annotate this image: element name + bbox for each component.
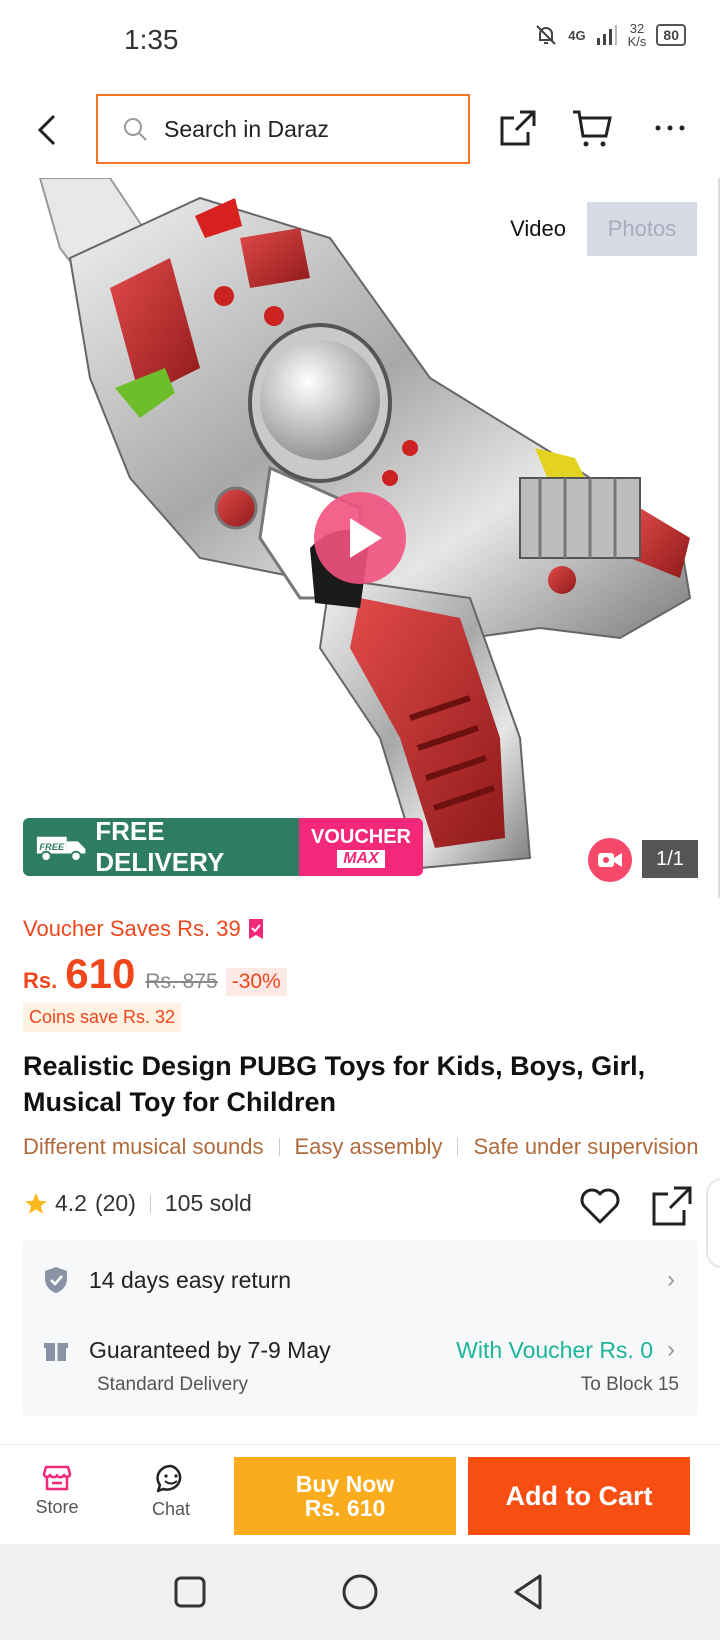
free-delivery-badge: FREE FREE DELIVERY	[23, 818, 299, 876]
heart-icon[interactable]	[578, 1184, 622, 1228]
rating-value: 4.2	[55, 1190, 87, 1216]
store-button[interactable]: Store	[24, 1463, 90, 1518]
product-title: Realistic Design PUBG Toys for Kids, Boy…	[23, 1051, 646, 1117]
delivery-guarantee-text: Guaranteed by 7-9 May	[89, 1336, 331, 1363]
rating-separator	[149, 1194, 151, 1213]
search-input[interactable]: Search in Daraz	[96, 94, 470, 164]
tab-photos[interactable]: Photos	[587, 202, 697, 256]
store-icon	[42, 1465, 72, 1491]
add-to-cart-button[interactable]: Add to Cart	[468, 1457, 690, 1535]
signal-icon	[596, 25, 617, 45]
square-nav-icon[interactable]	[170, 1572, 210, 1612]
free-delivery-label: FREE DELIVERY	[95, 818, 225, 876]
feature-item: Different musical sounds	[23, 1134, 264, 1159]
top-bar: Search in Daraz	[0, 82, 720, 178]
circle-nav-icon[interactable]	[340, 1572, 380, 1612]
truck-icon: FREE	[36, 836, 86, 862]
free-tag-label: FREE	[39, 842, 65, 852]
search-placeholder: Search in Daraz	[164, 115, 329, 142]
battery-indicator: 80	[656, 24, 686, 46]
feature-separator	[278, 1138, 280, 1156]
triangle-back-icon[interactable]	[510, 1572, 550, 1612]
return-policy-text: 14 days easy return	[89, 1266, 292, 1293]
more-icon[interactable]	[648, 106, 692, 150]
data-speed: 32 K/s	[628, 22, 647, 48]
buy-now-button[interactable]: Buy Now Rs. 610	[234, 1457, 456, 1535]
feature-separator	[457, 1138, 459, 1156]
status-time: 1:35	[124, 24, 179, 55]
shield-check-icon	[45, 1267, 67, 1293]
sold-count: 105 sold	[164, 1190, 252, 1216]
max-label: MAX	[337, 849, 385, 868]
price-value: 610	[65, 950, 136, 997]
search-icon	[124, 118, 147, 141]
voucher-max-badge: VOUCHER MAX	[299, 818, 423, 876]
delivery-location: To Block 15	[580, 1374, 679, 1395]
image-counter: 1/1	[642, 840, 698, 878]
star-icon	[25, 1192, 47, 1214]
network-type: 4G	[568, 27, 586, 43]
feature-item: Easy assembly	[294, 1134, 443, 1159]
delivery-row[interactable]: Guaranteed by 7-9 May With Voucher Rs. 0…	[43, 1330, 683, 1370]
side-drawer-handle[interactable]	[706, 1178, 720, 1268]
system-nav-bar	[0, 1544, 720, 1640]
discount-badge: -30%	[225, 968, 287, 996]
service-card: 14 days easy return › Guaranteed by 7-9 …	[23, 1240, 697, 1416]
chevron-right-icon: ›	[667, 1336, 675, 1363]
price-currency: Rs.	[23, 968, 58, 993]
rating-row[interactable]: 4.2 (20) 105 sold	[23, 1190, 252, 1217]
gift-box-icon	[44, 1343, 68, 1361]
buy-now-label: Buy Now	[295, 1470, 395, 1497]
original-price: Rs. 875	[145, 970, 218, 993]
cart-icon[interactable]	[570, 106, 614, 150]
tab-video[interactable]: Video	[498, 202, 578, 256]
voucher-label: VOUCHER	[310, 825, 411, 848]
bottom-action-bar: Store Chat Buy Now Rs. 610 Add to Cart	[0, 1444, 720, 1544]
chevron-right-icon: ›	[667, 1266, 675, 1293]
video-camera-button[interactable]	[588, 838, 632, 882]
voucher-saves-text: Voucher Saves Rs. 39	[23, 916, 241, 941]
coins-save-badge: Coins save Rs. 32	[23, 1003, 182, 1032]
status-bar: 1:35 4G 32 K/s 80	[0, 0, 720, 82]
chat-button[interactable]: Chat	[138, 1463, 204, 1520]
chat-icon	[156, 1464, 182, 1493]
delivery-type: Standard Delivery	[97, 1374, 249, 1395]
voucher-tag-icon	[248, 919, 263, 939]
mute-bell-icon	[536, 25, 556, 45]
product-gallery[interactable]: Video Photos FREE FREE DELIVERY VOUCHER …	[0, 178, 720, 898]
share-icon[interactable]	[496, 106, 540, 150]
back-icon[interactable]	[28, 110, 68, 150]
status-icons: 4G 32 K/s 80	[534, 22, 686, 48]
voucher-saves[interactable]: Voucher Saves Rs. 39	[23, 916, 265, 942]
speed-unit: K/s	[627, 34, 647, 49]
play-icon[interactable]	[312, 490, 408, 586]
chat-label: Chat	[151, 1499, 191, 1519]
delivery-voucher-text: With Voucher Rs. 0	[456, 1336, 653, 1363]
return-policy-row[interactable]: 14 days easy return ›	[43, 1260, 683, 1300]
price-row: Rs. 610 Rs. 875 -30%	[23, 950, 287, 998]
rating-count: (20)	[94, 1190, 136, 1216]
video-camera-icon	[598, 853, 622, 867]
feature-highlights: Different musical sounds Easy assembly S…	[23, 1134, 720, 1160]
share-icon[interactable]	[650, 1184, 694, 1228]
feature-item: Safe under supervision	[473, 1134, 699, 1159]
buy-now-price: Rs. 610	[304, 1495, 386, 1521]
promo-banner: FREE FREE DELIVERY VOUCHER MAX	[23, 818, 423, 876]
store-label: Store	[35, 1497, 79, 1517]
